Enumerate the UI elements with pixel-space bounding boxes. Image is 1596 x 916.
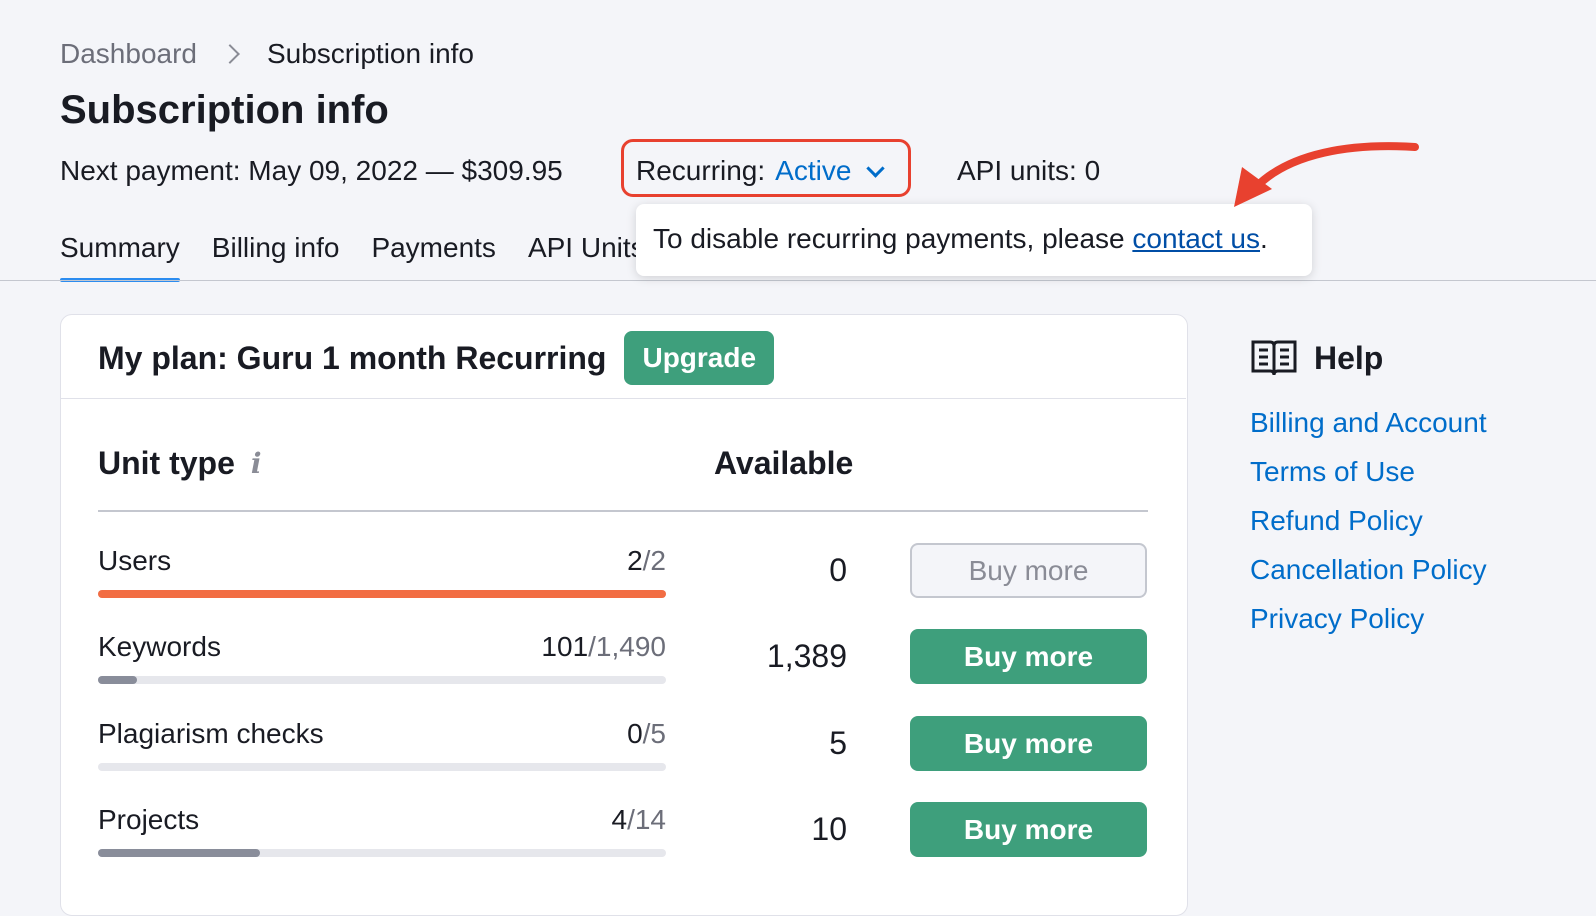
usage-bar-fill [98,676,137,684]
row-usage-users: 2/2 [466,545,666,577]
recurring-status[interactable]: Active [775,155,851,187]
row-label-plagiarism-checks: Plagiarism checks [98,718,324,749]
tooltip-text: To disable recurring payments, please [653,223,1133,254]
buy-more-keywords-button[interactable]: Buy more [910,629,1147,684]
usage-used: 0 [627,718,643,749]
column-header-unit-type: Unit type i [98,445,262,482]
row-usage-plagiarism-checks: 0/5 [466,718,666,750]
available-plagiarism-checks: 5 [829,725,847,761]
recurring-label: Recurring: [636,155,766,186]
tab-billing-info[interactable]: Billing info [212,232,340,282]
tabs-divider [0,280,1596,281]
annotation-arrow-icon [1234,142,1419,207]
available-keywords: 1,389 [766,638,847,674]
unit-type-label: Unit type [98,445,235,481]
row-usage-keywords: 101/1,490 [466,631,666,663]
tab-bar: Summary Billing info Payments API Units [60,232,677,282]
recurring-tooltip: To disable recurring payments, please co… [636,204,1312,276]
buy-more-users-button[interactable]: Buy more [910,543,1147,598]
column-header-available: Available [714,445,854,481]
usage-bar-projects [98,849,666,857]
row-label-keywords: Keywords [98,631,221,662]
usage-bar-plagiarism-checks [98,763,666,771]
breadcrumb-current: Subscription info [266,38,474,69]
help-link-refund-policy[interactable]: Refund Policy [1250,505,1423,537]
usage-bar-users [98,590,666,598]
help-section-title: Help [1250,338,1383,378]
help-link-terms-of-use[interactable]: Terms of Use [1250,456,1415,488]
tab-summary[interactable]: Summary [60,232,180,282]
card-divider [60,398,1186,399]
available-users: 0 [829,552,847,588]
help-link-cancellation-policy[interactable]: Cancellation Policy [1250,554,1487,586]
next-payment-info: Next payment: May 09, 2022 — $309.95 [60,155,563,186]
row-label-projects: Projects [98,804,200,835]
buy-more-plagiarism-checks-button[interactable]: Buy more [910,716,1147,771]
chevron-down-icon[interactable] [866,158,886,178]
upgrade-button[interactable]: Upgrade [624,331,775,385]
tooltip-suffix: . [1260,223,1268,254]
breadcrumb-dashboard-link[interactable]: Dashboard [60,38,197,70]
info-icon[interactable]: i [251,447,262,480]
contact-us-link[interactable]: contact us [1132,223,1260,254]
recurring-dropdown[interactable]: Recurring: Active [636,155,886,187]
help-link-billing-and-account[interactable]: Billing and Account [1250,407,1487,439]
chevron-right-icon [220,44,240,64]
help-title-label: Help [1314,339,1384,376]
usage-used: 101 [541,631,589,662]
api-units-info: API units: 0 [957,155,1101,186]
plan-card-header: My plan: Guru 1 month Recurring Upgrade [98,331,775,385]
usage-bar-keywords [98,676,666,684]
usage-used: 2 [627,545,643,576]
usage-used: 4 [611,804,628,835]
page-title: Subscription info [60,88,389,132]
tab-payments[interactable]: Payments [371,232,496,282]
book-icon [1251,340,1297,376]
table-header-divider [98,510,1148,512]
tab-api-units[interactable]: API Units [528,232,645,282]
help-link-privacy-policy[interactable]: Privacy Policy [1250,603,1424,635]
usage-bar-fill [98,590,666,598]
buy-more-projects-button[interactable]: Buy more [910,802,1147,857]
row-label-users: Users [98,545,172,576]
available-projects: 10 [811,811,847,847]
row-usage-projects: 4/14 [466,804,666,836]
plan-title: My plan: Guru 1 month Recurring [98,339,607,376]
usage-bar-fill [98,849,261,857]
breadcrumb: Dashboard Subscription info [60,38,474,70]
